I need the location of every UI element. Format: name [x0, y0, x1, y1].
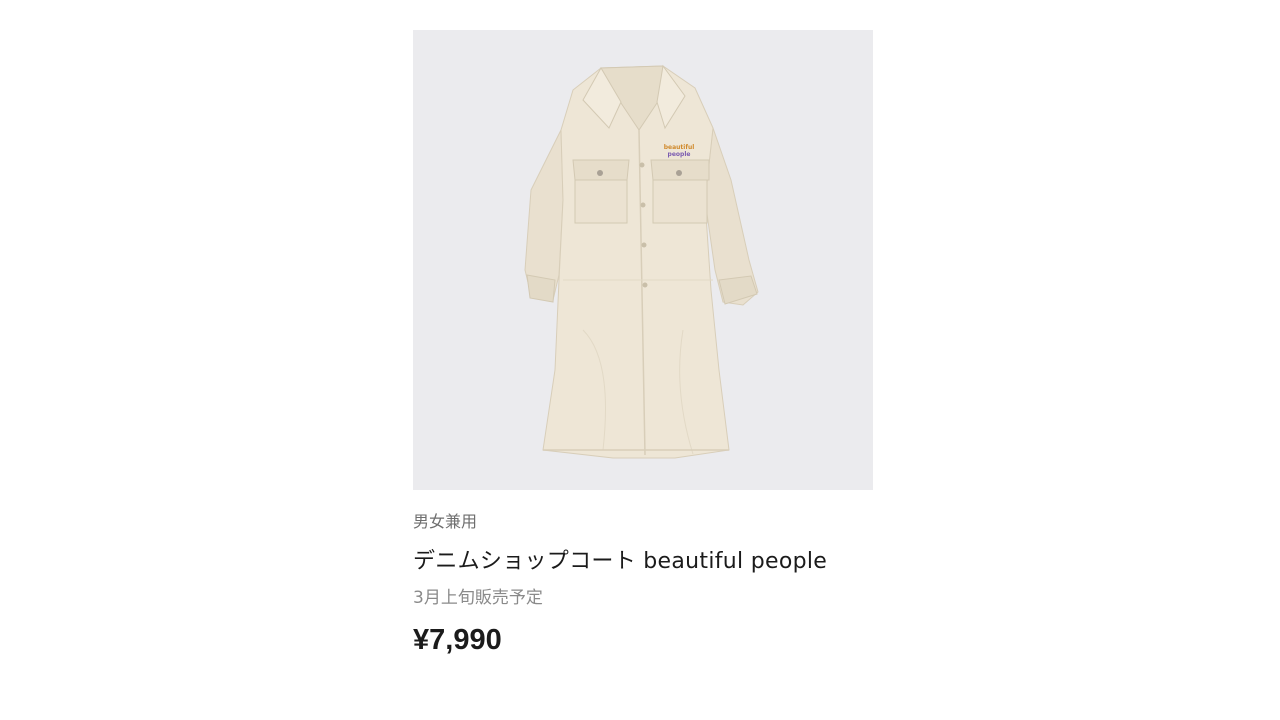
gender-label: 男女兼用 [413, 512, 478, 531]
product-card[interactable]: beautiful people 男女兼用 デニムショップコート beautif… [413, 30, 873, 657]
product-price: ¥7,990 [413, 624, 502, 656]
product-name[interactable]: デニムショップコート beautiful people [413, 549, 873, 575]
availability-status: 3月上旬販売予定 [413, 588, 543, 608]
embroidery-line2: people [668, 151, 691, 158]
embroidery-line1: beautiful [664, 144, 695, 151]
product-image[interactable]: beautiful people [413, 30, 873, 490]
coat-illustration: beautiful people [524, 64, 759, 459]
